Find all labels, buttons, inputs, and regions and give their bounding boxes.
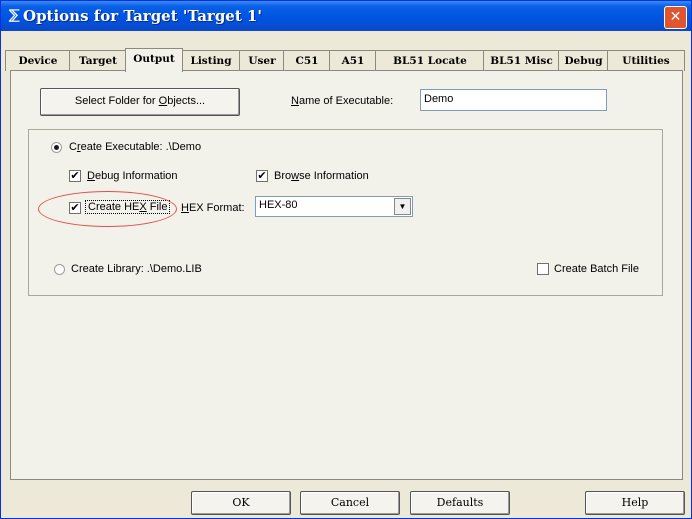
hex-format-label: HEX Format: [181, 202, 245, 214]
tab-utilities[interactable]: Utilities [607, 50, 685, 71]
chevron-down-icon[interactable]: ▼ [394, 198, 411, 215]
create-batch-file-label[interactable]: Create Batch File [554, 263, 639, 275]
create-hex-file-checkbox[interactable]: ✔ [69, 202, 81, 214]
tab-user[interactable]: User [239, 50, 285, 71]
create-executable-radio[interactable] [51, 142, 62, 153]
tab-a51[interactable]: A51 [329, 50, 377, 71]
radio-selected-dot [54, 145, 59, 150]
window-title: Options for Target 'Target 1' [23, 7, 263, 25]
defaults-button[interactable]: Defaults [410, 491, 510, 515]
create-library-radio[interactable] [54, 264, 65, 275]
help-button[interactable]: Help [585, 491, 685, 515]
tab-bl51-misc[interactable]: BL51 Misc [483, 50, 560, 71]
tab-bl51-locate[interactable]: BL51 Locate [375, 50, 485, 71]
keil-target-icon: ⅀ [9, 8, 20, 23]
tab-c51[interactable]: C51 [283, 50, 331, 71]
tab-strip: Device Target Output Listing User C51 A5… [5, 48, 687, 72]
create-batch-file-checkbox[interactable] [537, 263, 549, 275]
tab-device[interactable]: Device [5, 50, 71, 71]
tab-listing[interactable]: Listing [181, 50, 241, 71]
ok-button[interactable]: OK [191, 491, 291, 515]
create-hex-file-label[interactable]: Create HEX File [85, 200, 171, 214]
close-icon: ✕ [669, 9, 682, 25]
executable-name-input[interactable]: Demo [420, 89, 607, 111]
title-bar[interactable]: ⅀ Options for Target 'Target 1' ✕ [1, 1, 691, 31]
tab-debug[interactable]: Debug [558, 50, 609, 71]
options-dialog: ⅀ Options for Target 'Target 1' ✕ Device… [0, 0, 692, 519]
tab-target[interactable]: Target [69, 50, 127, 71]
hex-format-select[interactable]: HEX-80 ▼ [255, 196, 413, 217]
browse-information-label[interactable]: Browse Information [274, 170, 369, 182]
debug-information-checkbox[interactable]: ✔ [69, 170, 81, 182]
name-of-executable-label: Name of Executable: [291, 95, 394, 107]
select-folder-button[interactable]: Select Folder for Objects... [40, 88, 240, 116]
debug-information-label[interactable]: Debug Information [87, 170, 178, 182]
close-button[interactable]: ✕ [664, 6, 687, 29]
create-executable-label[interactable]: Create Executable: .\Demo [69, 141, 201, 153]
create-library-label[interactable]: Create Library: .\Demo.LIB [71, 263, 202, 275]
tab-output[interactable]: Output [125, 48, 183, 72]
browse-information-checkbox[interactable]: ✔ [256, 170, 268, 182]
cancel-button[interactable]: Cancel [300, 491, 400, 515]
